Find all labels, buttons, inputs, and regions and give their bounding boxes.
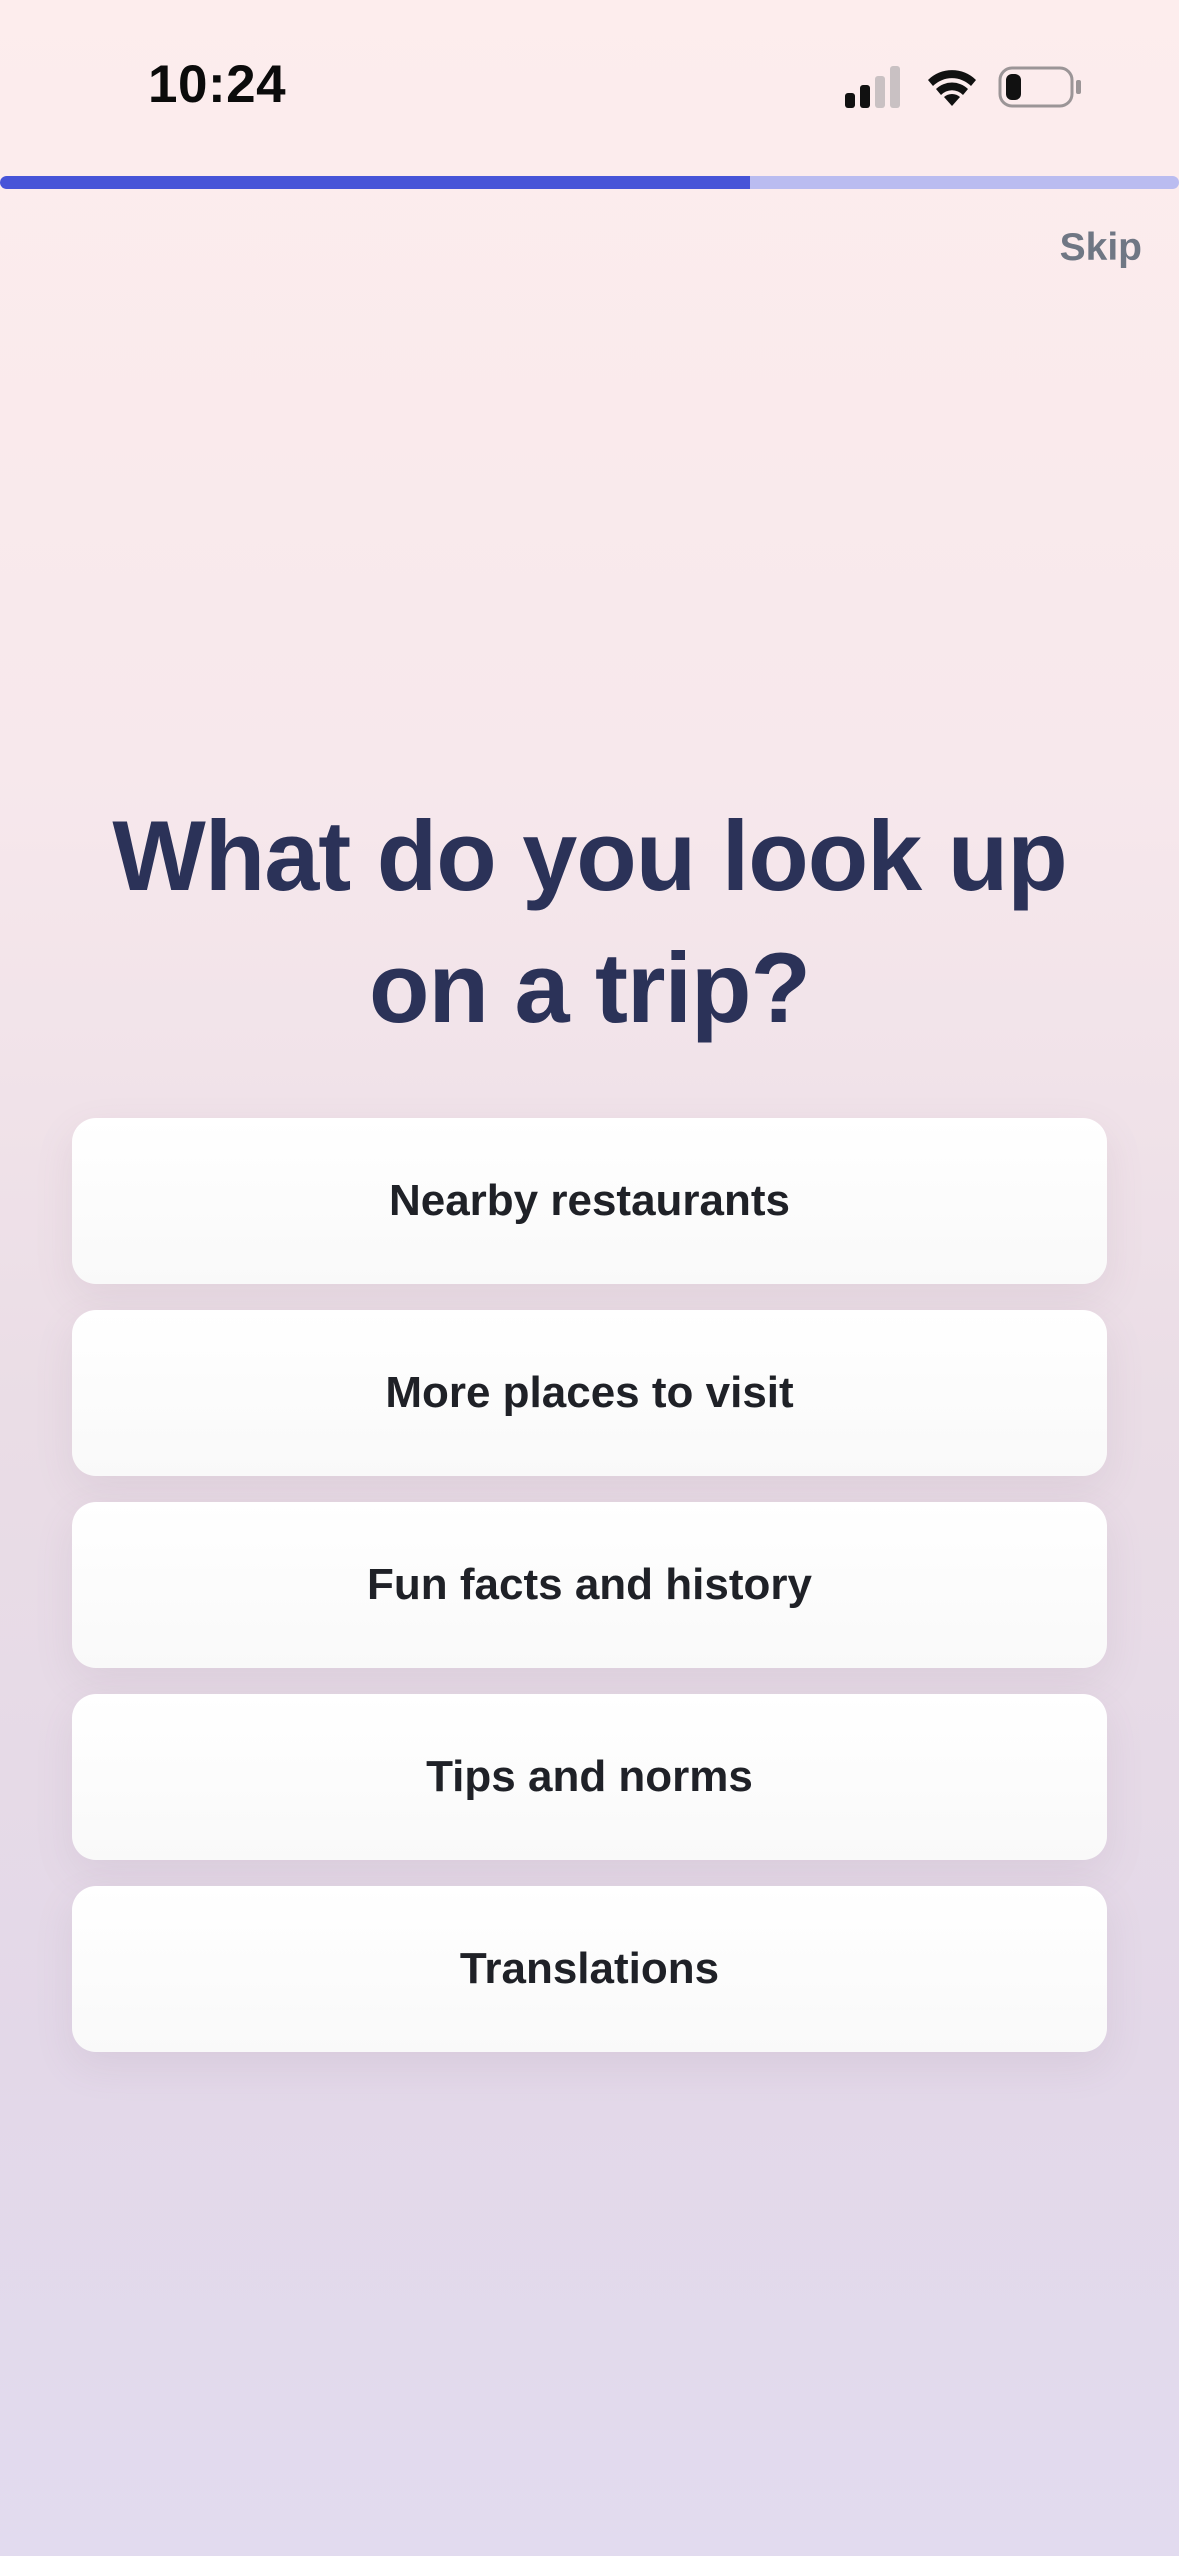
option-label: More places to visit — [385, 1368, 794, 1417]
option-label: Fun facts and history — [367, 1560, 812, 1609]
onboarding-progress-bar — [0, 176, 1179, 189]
progress-fill — [0, 176, 750, 189]
options-list: Nearby restaurants More places to visit … — [72, 1118, 1107, 2078]
option-fun-facts-and-history[interactable]: Fun facts and history — [72, 1502, 1107, 1668]
cellular-signal-icon — [845, 66, 900, 108]
option-tips-and-norms[interactable]: Tips and norms — [72, 1694, 1107, 1860]
option-nearby-restaurants[interactable]: Nearby restaurants — [72, 1118, 1107, 1284]
page-title: What do you look up on a trip? — [112, 800, 1067, 1043]
skip-button[interactable]: Skip — [1060, 226, 1142, 270]
wifi-icon — [928, 70, 976, 106]
option-label: Tips and norms — [426, 1752, 753, 1801]
option-label: Translations — [459, 1944, 720, 1993]
option-translations[interactable]: Translations — [72, 1886, 1107, 2052]
status-bar: 10:24 — [0, 0, 1179, 170]
battery-icon — [998, 66, 1081, 108]
option-label: Nearby restaurants — [388, 1176, 791, 1225]
option-more-places-to-visit[interactable]: More places to visit — [72, 1310, 1107, 1476]
status-time: 10:24 — [148, 55, 287, 114]
